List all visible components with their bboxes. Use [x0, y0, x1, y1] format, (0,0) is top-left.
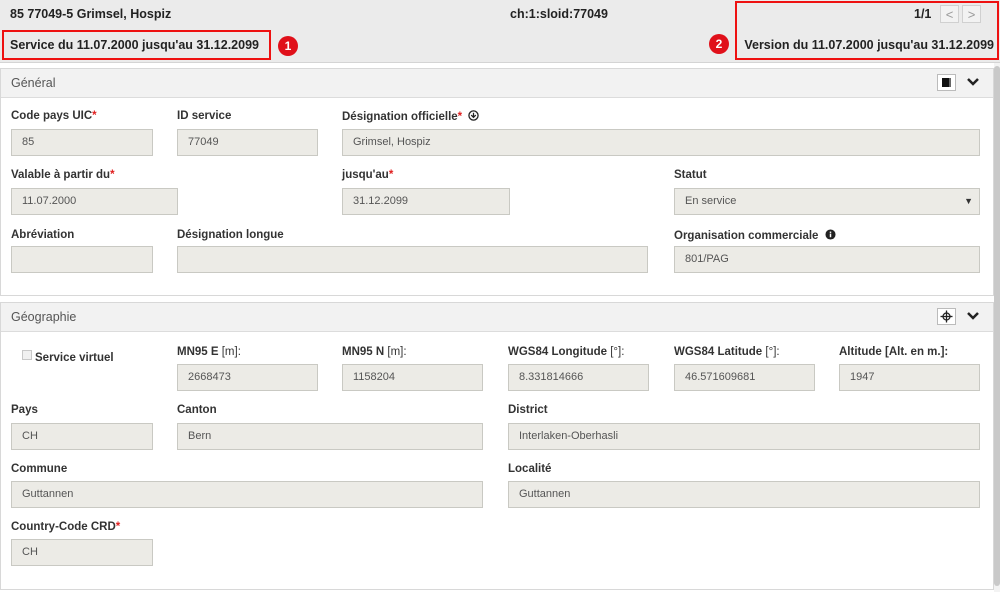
country-label: Pays	[11, 404, 38, 416]
scrollbar-thumb[interactable]	[994, 66, 1000, 586]
service-id-label: ID service	[177, 110, 232, 122]
district-field[interactable]: Interlaken-Oberhasli	[508, 423, 980, 450]
chevron-down-icon[interactable]	[965, 308, 981, 324]
download-circle-icon[interactable]	[468, 110, 480, 121]
mn95-n-field[interactable]: 1158204	[342, 364, 483, 391]
locality-field[interactable]: Guttannen	[508, 481, 980, 508]
district-label: District	[508, 404, 548, 416]
canton-field[interactable]: Bern	[177, 423, 483, 450]
annotation-badge-1: 1	[278, 36, 298, 56]
official-designation-field[interactable]: Grimsel, Hospiz	[342, 129, 980, 156]
valid-to-label: jusqu'au*	[342, 169, 394, 181]
general-panel-title: Général	[11, 76, 56, 90]
locate-button[interactable]	[937, 308, 956, 325]
virtual-service-label: Service virtuel	[35, 352, 114, 364]
valid-from-label: Valable à partir du*	[11, 169, 115, 181]
commune-field[interactable]: Guttannen	[11, 481, 483, 508]
info-circle-icon[interactable]	[825, 229, 836, 240]
valid-from-field[interactable]: 11.07.2000	[11, 188, 178, 215]
uic-field[interactable]: 85	[11, 129, 153, 156]
mn95-e-field[interactable]: 2668473	[177, 364, 318, 391]
altitude-field[interactable]: 1947	[839, 364, 980, 391]
uic-label: Code pays UIC*	[11, 110, 97, 122]
abbreviation-label: Abréviation	[11, 229, 75, 241]
altitude-label: Altitude [Alt. en m.]:	[839, 346, 949, 358]
general-panel-header: Général	[1, 69, 993, 98]
abbreviation-field[interactable]	[11, 246, 153, 273]
highlight-box-2	[735, 1, 999, 60]
status-label: Statut	[674, 169, 707, 181]
sloid-label: ch:1:sloid:77049	[510, 7, 608, 21]
wgs84-longitude-field[interactable]: 8.331814666	[508, 364, 649, 391]
mn95-e-label: MN95 E [m]:	[177, 346, 241, 358]
long-designation-field[interactable]	[177, 246, 648, 273]
official-designation-label: Désignation officielle*	[342, 110, 480, 123]
commune-label: Commune	[11, 463, 68, 475]
canton-label: Canton	[177, 404, 217, 416]
annotation-badge-2: 2	[709, 34, 729, 54]
country-field[interactable]: CH	[11, 423, 153, 450]
caret-down-icon: ▼	[964, 196, 973, 206]
wgs84-longitude-label: WGS84 Longitude [°]:	[508, 346, 625, 358]
wgs84-latitude-label: WGS84 Latitude [°]:	[674, 346, 780, 358]
mn95-n-label: MN95 N [m]:	[342, 346, 407, 358]
commercial-org-label: Organisation commerciale	[674, 229, 836, 242]
book-button[interactable]	[937, 74, 956, 91]
chevron-down-icon[interactable]	[965, 74, 981, 90]
country-code-crd-field[interactable]: CH	[11, 539, 153, 566]
virtual-service-checkbox[interactable]	[22, 350, 32, 360]
record-title: 85 77049-5 Grimsel, Hospiz	[10, 7, 172, 21]
status-select[interactable]: En service ▼	[674, 188, 980, 215]
commercial-org-field[interactable]: 801/PAG	[674, 246, 980, 273]
geography-panel-header: Géographie	[1, 303, 993, 332]
book-icon	[942, 78, 951, 87]
locality-label: Localité	[508, 463, 552, 475]
valid-to-field[interactable]: 31.12.2099	[342, 188, 510, 215]
status-value: En service	[685, 195, 737, 207]
country-code-crd-label: Country-Code CRD*	[11, 521, 121, 533]
geography-panel-title: Géographie	[11, 310, 77, 324]
service-id-field[interactable]: 77049	[177, 129, 318, 156]
long-designation-label: Désignation longue	[177, 229, 284, 241]
crosshair-icon	[940, 310, 953, 323]
wgs84-latitude-field[interactable]: 46.571609681	[674, 364, 815, 391]
highlight-box-1	[2, 30, 271, 60]
